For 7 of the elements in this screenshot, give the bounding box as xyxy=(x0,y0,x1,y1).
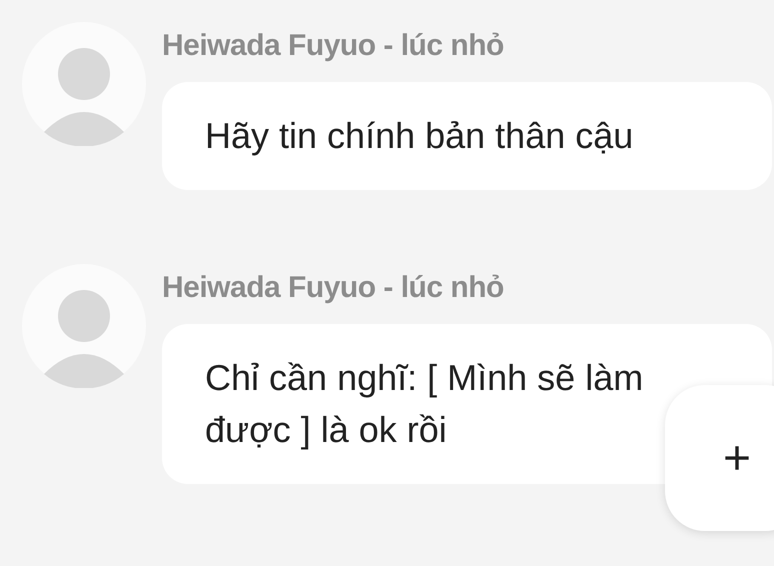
sender-name: Heiwada Fuyuo - lúc nhỏ xyxy=(162,270,505,306)
avatar-icon xyxy=(22,22,146,146)
add-button[interactable]: + xyxy=(665,385,774,531)
message-text: Hãy tin chính bản thân cậu xyxy=(205,114,634,158)
avatar-icon xyxy=(22,264,146,388)
message-text: Chỉ cần nghĩ: [ Mình sẽ làm được ] là ok rồi xyxy=(205,356,644,452)
sender-name: Heiwada Fuyuo - lúc nhỏ xyxy=(162,28,505,64)
